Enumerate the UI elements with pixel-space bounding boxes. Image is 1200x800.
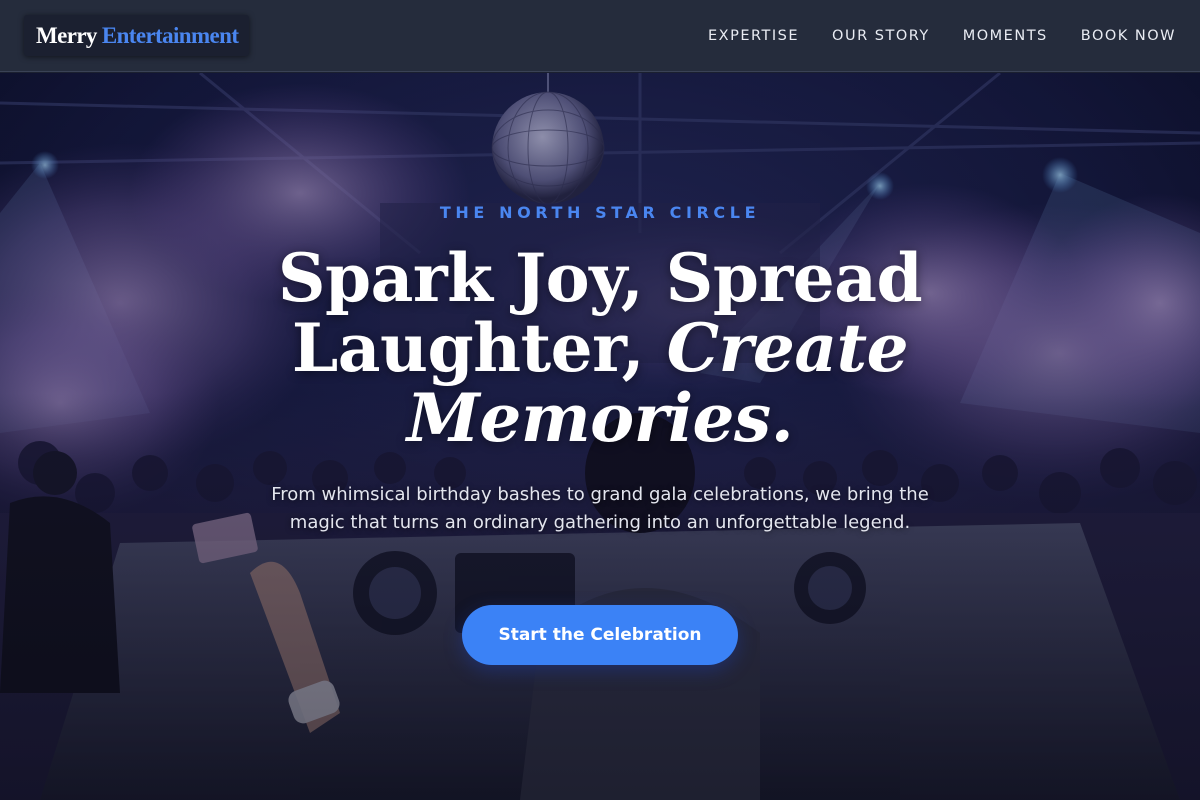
headline-line-2-plain: Laughter, bbox=[291, 309, 645, 387]
nav-link-book-now[interactable]: BOOK NOW bbox=[1081, 28, 1176, 44]
hero-eyebrow: THE NORTH STAR CIRCLE bbox=[439, 203, 761, 222]
headline-line-2-italic: Create bbox=[666, 309, 909, 387]
headline-line-3-italic: Memories. bbox=[406, 379, 794, 457]
site-header: Merry Entertainment EXPERTISE OUR STORY … bbox=[0, 0, 1200, 72]
headline-line-2: Laughter, Create bbox=[0, 313, 1200, 383]
headline-line-1: Spark Joy, Spread bbox=[277, 239, 923, 317]
hero-subtitle: From whimsical birthday bashes to grand … bbox=[271, 484, 929, 533]
hero-section: THE NORTH STAR CIRCLE Spark Joy, Spread … bbox=[0, 73, 1200, 800]
hero-headline: Spark Joy, Spread Laughter, Create Memor… bbox=[0, 243, 1200, 453]
brand-name-word1: Merry bbox=[36, 22, 97, 48]
start-celebration-button[interactable]: Start the Celebration bbox=[462, 605, 738, 665]
headline-line-3: Memories. bbox=[0, 383, 1200, 453]
nav-link-expertise[interactable]: EXPERTISE bbox=[708, 28, 799, 44]
nav-link-our-story[interactable]: OUR STORY bbox=[832, 28, 930, 44]
brand-name-word2: Entertainment bbox=[101, 22, 239, 48]
main-nav: EXPERTISE OUR STORY MOMENTS BOOK NOW bbox=[708, 0, 1176, 72]
nav-link-moments[interactable]: MOMENTS bbox=[963, 28, 1048, 44]
brand-logo[interactable]: Merry Entertainment bbox=[24, 15, 250, 56]
hero-content: THE NORTH STAR CIRCLE Spark Joy, Spread … bbox=[0, 73, 1200, 800]
